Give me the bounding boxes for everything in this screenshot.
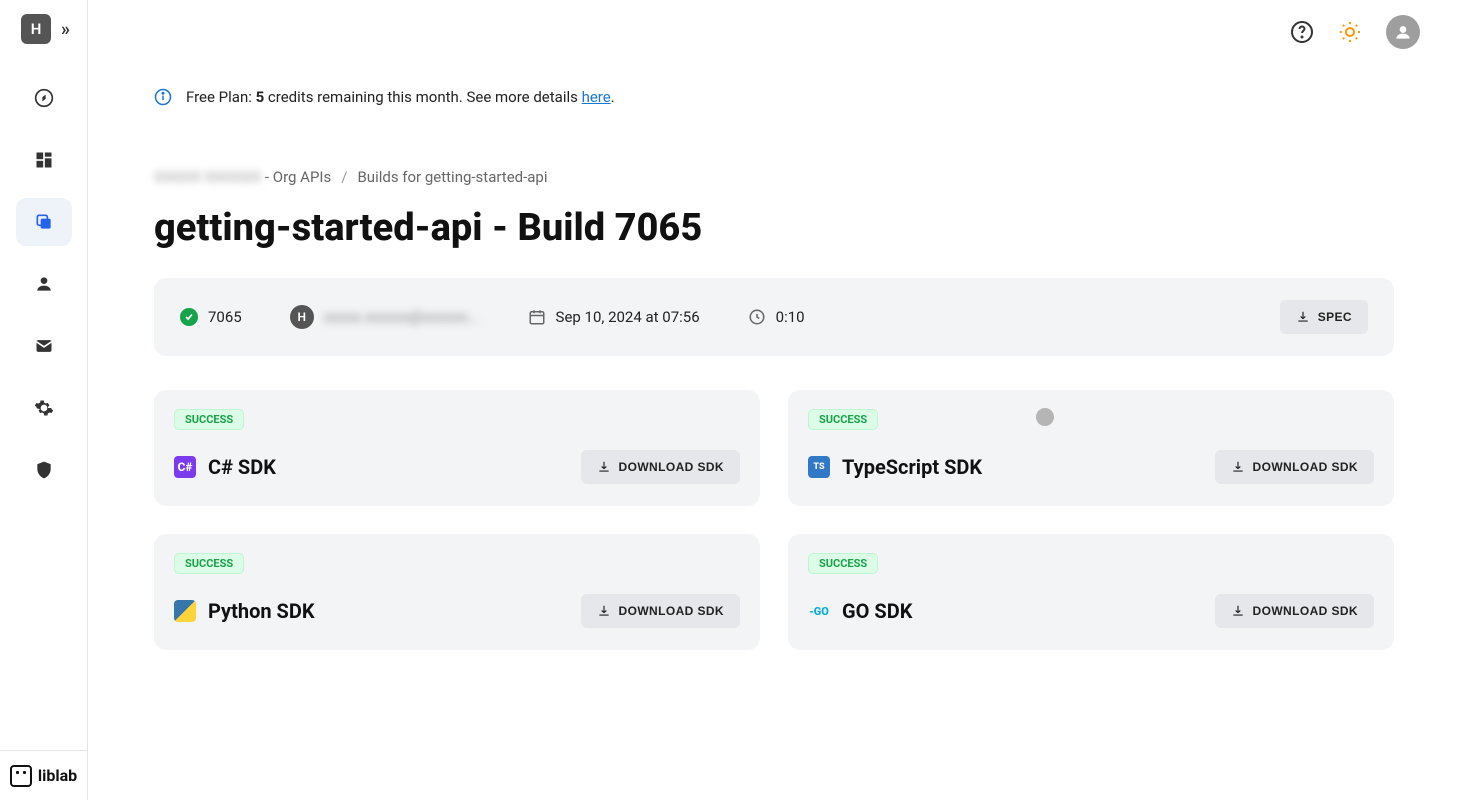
sdk-card: SUCCESS Python SDK DOWNLOAD SDK: [154, 534, 760, 650]
go-icon: -GO: [808, 600, 830, 622]
main-content: Free Plan: 5 credits remaining this mont…: [88, 64, 1460, 800]
nav-list: [0, 74, 87, 494]
sidebar: H » liblab: [0, 0, 88, 800]
download-icon: [1231, 604, 1245, 618]
banner-text: Free Plan: 5 credits remaining this mont…: [186, 88, 615, 106]
page-title: getting-started-api - Build 7065: [154, 206, 1394, 250]
help-button[interactable]: [1290, 20, 1314, 44]
sdk-name: Python SDK: [208, 599, 315, 623]
avatar-icon: [1393, 22, 1413, 42]
build-number: 7065: [208, 308, 242, 326]
liblab-logo-icon: [10, 765, 32, 787]
status-badge: SUCCESS: [808, 409, 878, 430]
download-sdk-button[interactable]: DOWNLOAD SDK: [1215, 594, 1374, 628]
sdk-card: SUCCESS TS TypeScript SDK DOWNLOAD SDK: [788, 390, 1394, 506]
sdk-card: SUCCESS C# C# SDK DOWNLOAD SDK: [154, 390, 760, 506]
crumb-current: Builds for getting-started-api: [357, 168, 547, 186]
expand-sidebar-icon[interactable]: »: [61, 19, 66, 40]
grid-icon: [34, 150, 54, 170]
sdk-name: GO SDK: [842, 599, 912, 623]
help-icon: [1290, 20, 1314, 44]
nav-settings[interactable]: [16, 384, 72, 432]
breadcrumb: XXXXX XXXXXX - Org APIs / Builds for get…: [154, 168, 1394, 186]
download-icon: [1296, 310, 1310, 324]
crumb-org[interactable]: XXXXX XXXXXX - Org APIs: [154, 168, 331, 186]
download-sdk-button[interactable]: DOWNLOAD SDK: [581, 450, 740, 484]
build-status: 7065: [180, 308, 242, 326]
build-duration: 0:10: [748, 308, 805, 326]
ts-icon: TS: [808, 456, 830, 478]
nav-explore[interactable]: [16, 74, 72, 122]
topbar: [88, 0, 1460, 64]
gear-icon: [34, 398, 54, 418]
theme-toggle[interactable]: [1338, 20, 1362, 44]
build-summary-bar: 7065 H xxxxx.xxxxxx@xxxxxx... Sep 10, 20…: [154, 278, 1394, 356]
download-spec-button[interactable]: SPEC: [1280, 300, 1368, 334]
user-initial-badge: H: [290, 305, 314, 329]
user-menu[interactable]: [1386, 15, 1420, 49]
clock-icon: [748, 308, 766, 326]
banner-link[interactable]: here: [582, 88, 611, 106]
sdk-name: C# SDK: [208, 455, 276, 479]
dot-indicator: [1036, 408, 1054, 426]
sidebar-footer[interactable]: liblab: [0, 750, 87, 800]
user-email-blurred: xxxxx.xxxxxx@xxxxxx...: [324, 308, 480, 326]
plan-banner: Free Plan: 5 credits remaining this mont…: [154, 88, 1394, 106]
sdk-name: TypeScript SDK: [842, 455, 982, 479]
success-check-icon: [180, 308, 198, 326]
sdk-grid: SUCCESS C# C# SDK DOWNLOAD SDK SUCCESS T…: [154, 390, 1394, 650]
cs-icon: C#: [174, 456, 196, 478]
calendar-icon: [528, 308, 546, 326]
download-sdk-button[interactable]: DOWNLOAD SDK: [581, 594, 740, 628]
org-badge[interactable]: H: [21, 14, 51, 44]
py-icon: [174, 600, 196, 622]
build-date: Sep 10, 2024 at 07:56: [528, 308, 700, 326]
status-badge: SUCCESS: [808, 553, 878, 574]
nav-builds[interactable]: [16, 198, 72, 246]
shield-icon: [34, 460, 54, 480]
nav-mail[interactable]: [16, 322, 72, 370]
sdk-card: SUCCESS -GO GO SDK DOWNLOAD SDK: [788, 534, 1394, 650]
build-user: H xxxxx.xxxxxx@xxxxxx...: [290, 305, 480, 329]
status-badge: SUCCESS: [174, 553, 244, 574]
liblab-logo-text: liblab: [38, 766, 77, 785]
download-icon: [597, 460, 611, 474]
nav-users[interactable]: [16, 260, 72, 308]
info-icon: [154, 88, 172, 106]
nav-dashboard[interactable]: [16, 136, 72, 184]
mail-icon: [34, 336, 54, 356]
status-badge: SUCCESS: [174, 409, 244, 430]
nav-security[interactable]: [16, 446, 72, 494]
compass-icon: [34, 88, 54, 108]
download-icon: [1231, 460, 1245, 474]
sun-icon: [1338, 20, 1362, 44]
layers-icon: [34, 212, 54, 232]
download-sdk-button[interactable]: DOWNLOAD SDK: [1215, 450, 1374, 484]
download-icon: [597, 604, 611, 618]
crumb-separator: /: [341, 168, 347, 186]
sidebar-header: H »: [21, 14, 66, 44]
person-icon: [34, 274, 54, 294]
